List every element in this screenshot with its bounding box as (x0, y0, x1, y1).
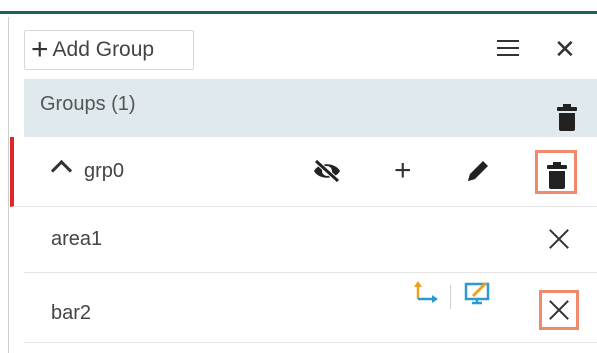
remove-button[interactable] (539, 290, 579, 330)
group-row[interactable]: grp0 + (10, 137, 597, 207)
monitor-edit-icon[interactable] (464, 281, 492, 307)
item-name: bar2 (51, 302, 92, 324)
chevron-up-icon[interactable] (50, 159, 73, 182)
groups-header: Groups (1) (24, 79, 597, 137)
item-name: area1 (51, 228, 103, 250)
group-delete-button[interactable] (535, 150, 577, 194)
trash-icon[interactable] (557, 104, 577, 131)
hamburger-menu-icon[interactable] (497, 40, 519, 56)
groups-panel: + Add Group ✕ Groups (1) grp0 + area1 ba… (10, 17, 597, 353)
remove-icon[interactable] (548, 228, 570, 250)
trash-icon (547, 162, 567, 189)
edit-pencil-icon[interactable] (464, 157, 492, 185)
left-edge (0, 17, 9, 353)
action-divider (450, 285, 451, 309)
plus-icon: + (31, 33, 49, 66)
hide-visibility-icon[interactable] (312, 159, 342, 183)
list-item[interactable]: bar2 (24, 273, 597, 343)
close-icon[interactable]: ✕ (554, 34, 576, 65)
add-icon[interactable]: + (394, 154, 412, 188)
axis-icon[interactable] (412, 281, 438, 305)
list-item[interactable]: area1 (24, 207, 597, 273)
add-group-button[interactable]: + Add Group (24, 30, 194, 70)
panel-toolbar: + Add Group ✕ (10, 17, 597, 79)
groups-title: Groups (1) (40, 93, 136, 115)
top-accent-bar (0, 0, 597, 14)
group-name: grp0 (84, 160, 125, 182)
add-group-label: Add Group (52, 38, 155, 61)
remove-icon (548, 299, 570, 321)
